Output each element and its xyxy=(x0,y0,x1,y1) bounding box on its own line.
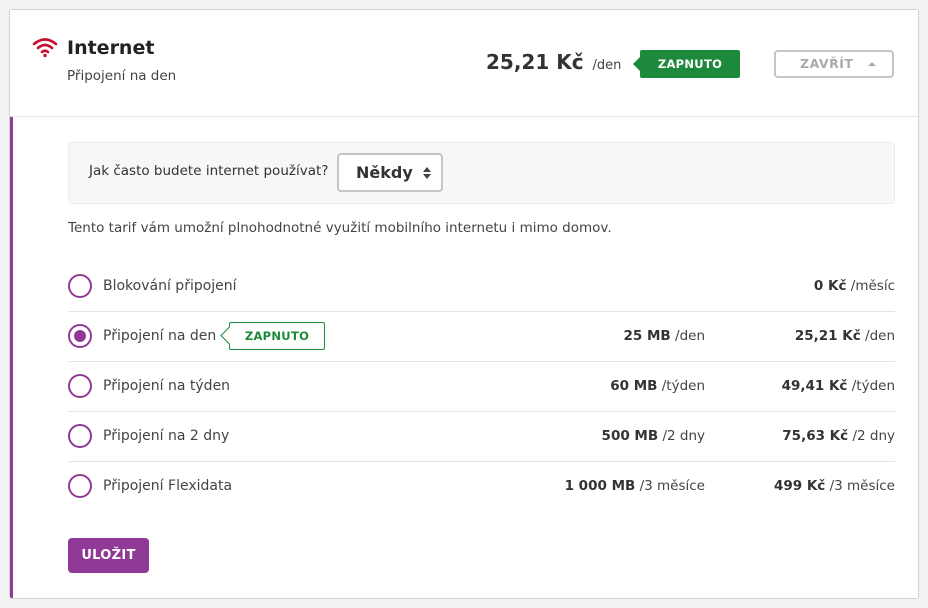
tariff-option-2-dny[interactable]: Připojení na 2 dny 500 MB /2 dny 75,63 K… xyxy=(68,412,895,462)
tariff-option-blokovani[interactable]: Blokování připojení 0 Kč /měsíc xyxy=(68,262,895,312)
usage-frequency-value: Někdy xyxy=(356,163,413,182)
option-data: 25 MB /den xyxy=(623,328,706,344)
radio-button-checked[interactable] xyxy=(68,324,92,348)
option-cost: 49,41 Kč /týden xyxy=(781,378,895,394)
radio-button[interactable] xyxy=(68,274,92,298)
option-cost: 25,21 Kč /den xyxy=(794,328,895,344)
option-cost: 0 Kč /měsíc xyxy=(813,278,895,294)
radio-button[interactable] xyxy=(68,474,92,498)
service-title: Internet xyxy=(67,37,155,59)
option-label: Připojení na den xyxy=(103,328,217,344)
option-data: 60 MB /týden xyxy=(610,378,705,394)
price-unit: /den xyxy=(592,58,622,73)
option-label: Připojení Flexidata xyxy=(103,478,233,494)
tariff-options-list: Blokování připojení 0 Kč /měsíc Připojen… xyxy=(68,262,895,512)
close-button-label: ZAVŘÍT xyxy=(800,56,854,71)
usage-frequency-box: Jak často budete internet používat? Někd… xyxy=(68,142,895,204)
internet-service-card: Internet Připojení na den 25,21 Kč /den … xyxy=(9,9,919,599)
tariff-option-flexidata[interactable]: Připojení Flexidata 1 000 MB /3 měsíce 4… xyxy=(68,462,895,512)
option-data: 1 000 MB /3 měsíce xyxy=(564,478,705,494)
usage-frequency-select[interactable]: Někdy xyxy=(337,153,443,192)
close-button[interactable]: ZAVŘÍT xyxy=(774,50,894,78)
service-subtitle: Připojení na den xyxy=(67,68,177,84)
status-badge: ZAPNUTO xyxy=(633,50,740,78)
radio-button[interactable] xyxy=(68,374,92,398)
radio-button[interactable] xyxy=(68,424,92,448)
active-badge: ZAPNUTO xyxy=(229,322,325,350)
usage-question: Jak často budete internet používat? xyxy=(89,163,329,179)
save-button[interactable]: ULOŽIT xyxy=(68,538,149,573)
caret-up-icon xyxy=(868,62,876,66)
option-cost: 499 Kč /3 měsíce xyxy=(773,478,895,494)
option-label: Připojení na 2 dny xyxy=(103,428,230,444)
tariff-description: Tento tarif vám umožní plnohodnotné využ… xyxy=(68,220,612,236)
service-header: Internet Připojení na den 25,21 Kč /den … xyxy=(10,10,918,117)
service-detail-panel: Jak často budete internet používat? Někd… xyxy=(10,117,918,598)
tariff-option-tyden[interactable]: Připojení na týden 60 MB /týden 49,41 Kč… xyxy=(68,362,895,412)
wifi-icon xyxy=(32,38,58,58)
option-cost: 75,63 Kč /2 dny xyxy=(782,428,895,444)
option-data: 500 MB /2 dny xyxy=(601,428,705,444)
current-price: 25,21 Kč /den xyxy=(486,50,621,74)
sort-arrows-icon xyxy=(423,167,431,179)
option-label: Blokování připojení xyxy=(103,278,237,294)
option-label: Připojení na týden xyxy=(103,378,231,394)
price-value: 25,21 Kč xyxy=(486,50,584,74)
tariff-option-den[interactable]: Připojení na den ZAPNUTO 25 MB /den 25,2… xyxy=(68,312,895,362)
